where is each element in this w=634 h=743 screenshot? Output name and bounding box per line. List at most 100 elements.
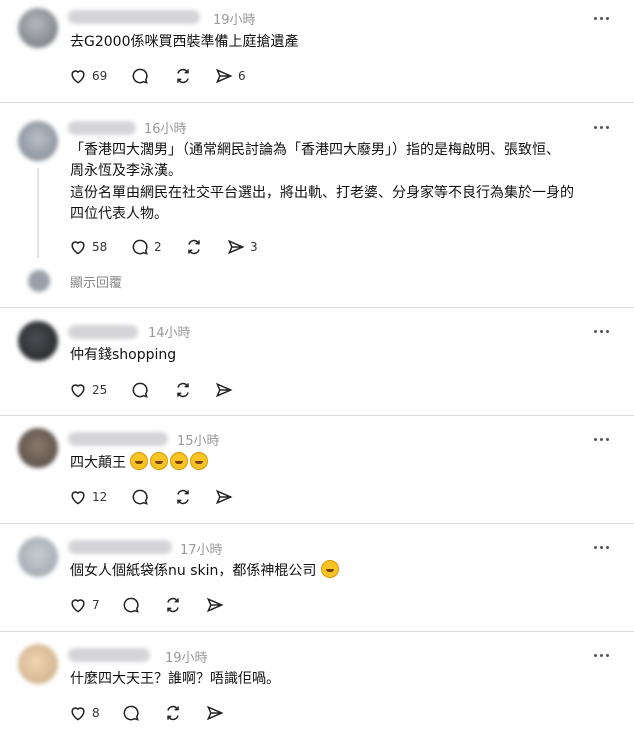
rolling-laughing-emoji-icon [170, 452, 189, 470]
share-button[interactable]: 6 [214, 65, 246, 87]
divider [0, 415, 634, 416]
avatar[interactable] [18, 321, 58, 361]
repost-button[interactable] [163, 594, 183, 616]
send-icon [206, 705, 224, 721]
send-icon [227, 239, 245, 255]
reply-button[interactable] [121, 702, 141, 724]
post-time[interactable]: 16小時 [144, 118, 187, 137]
avatar[interactable] [18, 428, 58, 468]
avatar[interactable] [18, 537, 58, 577]
share-count: 3 [250, 240, 258, 254]
rolling-laughing-emoji-icon [130, 452, 149, 470]
share-button[interactable] [205, 702, 225, 724]
comment-icon [123, 597, 139, 613]
like-count: 58 [92, 240, 108, 254]
rolling-laughing-emoji-icon [150, 452, 169, 470]
send-icon [215, 68, 233, 84]
post-text-content: 個女人個紙袋係nu skin，都係神棍公司 [70, 563, 317, 579]
repost-button[interactable] [173, 379, 193, 401]
send-icon [215, 489, 233, 505]
repost-button[interactable] [184, 236, 204, 258]
comment-icon [132, 239, 148, 255]
like-button[interactable]: 25 [68, 379, 107, 401]
share-button[interactable]: 3 [226, 236, 258, 258]
post-text: 去G2000係咪買西裝準備上庭搶遺產 [70, 34, 299, 50]
repost-icon [177, 382, 189, 398]
divider [0, 102, 634, 103]
username-blurred[interactable] [68, 121, 136, 135]
grinning-emoji-icon [320, 560, 339, 578]
more-options-button[interactable] [590, 649, 612, 661]
repost-icon [167, 705, 179, 721]
comment-icon [123, 705, 139, 721]
show-replies-link[interactable]: 顯示回覆 [70, 272, 122, 291]
reply-button[interactable]: 2 [130, 236, 162, 258]
like-count: 12 [92, 490, 108, 504]
like-count: 69 [92, 69, 108, 83]
more-options-button[interactable] [590, 325, 612, 337]
comment-icon [132, 489, 148, 505]
divider [0, 307, 634, 308]
post-text-line: 四位代表人物。 [70, 206, 168, 222]
like-button[interactable]: 12 [68, 486, 107, 508]
post-time[interactable]: 14小時 [148, 322, 191, 341]
avatar[interactable] [18, 8, 58, 48]
reply-button[interactable] [130, 486, 150, 508]
more-options-button[interactable] [590, 121, 612, 133]
like-count: 7 [92, 598, 100, 612]
repost-button[interactable] [173, 65, 193, 87]
share-button[interactable] [205, 594, 225, 616]
divider [0, 631, 634, 632]
repost-icon [177, 489, 189, 505]
post-text: 四大顛王 [70, 452, 210, 474]
heart-icon [71, 241, 85, 255]
post-time[interactable]: 19小時 [165, 647, 208, 666]
like-button[interactable]: 8 [68, 702, 100, 724]
rolling-laughing-emoji-icon [190, 452, 209, 470]
more-options-button[interactable] [590, 12, 612, 24]
reply-button[interactable] [130, 379, 150, 401]
share-count: 6 [238, 69, 246, 83]
repost-button[interactable] [173, 486, 193, 508]
avatar[interactable] [18, 121, 58, 161]
post-text: 什麼四大天王？誰啊？唔識佢喎。 [70, 671, 280, 687]
like-count: 25 [92, 383, 108, 397]
username-blurred[interactable] [68, 10, 200, 24]
reply-button[interactable] [121, 594, 141, 616]
reply-count: 2 [154, 240, 162, 254]
username-blurred[interactable] [68, 540, 172, 554]
like-button[interactable]: 58 [68, 236, 107, 258]
heart-icon [71, 384, 85, 398]
thread-line [37, 168, 39, 258]
reply-avatar [28, 270, 50, 292]
repost-icon [177, 68, 189, 84]
post-text-line: 周永恆及李泳漢。 [70, 163, 182, 179]
username-blurred[interactable] [68, 325, 138, 339]
more-options-button[interactable] [590, 541, 612, 553]
post-text-content: 四大顛王 [70, 455, 126, 471]
share-button[interactable] [214, 486, 234, 508]
repost-icon [188, 239, 200, 255]
heart-icon [71, 70, 85, 84]
post-time[interactable]: 17小時 [180, 539, 223, 558]
post-time[interactable]: 19小時 [213, 9, 256, 28]
like-button[interactable]: 7 [68, 594, 100, 616]
share-button[interactable] [214, 379, 234, 401]
like-button[interactable]: 69 [68, 65, 107, 87]
more-options-button[interactable] [590, 433, 612, 445]
repost-icon [167, 597, 179, 613]
avatar[interactable] [18, 644, 58, 684]
username-blurred[interactable] [68, 432, 168, 446]
post-time[interactable]: 15小時 [177, 430, 220, 449]
divider [0, 523, 634, 524]
send-icon [215, 382, 233, 398]
username-blurred[interactable] [68, 648, 150, 662]
heart-icon [71, 491, 85, 505]
reply-button[interactable] [130, 65, 150, 87]
post-text-line: 這份名單由網民在社交平台選出，將出軌、打老婆、分身家等不良行為集於一身的 [70, 185, 574, 201]
like-count: 8 [92, 706, 100, 720]
repost-button[interactable] [163, 702, 183, 724]
post-text-line: 「香港四大濶男」（通常網民討論為「香港四大廢男」）指的是梅啟明、張致恒、 [70, 142, 560, 158]
comment-icon [132, 68, 148, 84]
heart-icon [71, 599, 85, 613]
